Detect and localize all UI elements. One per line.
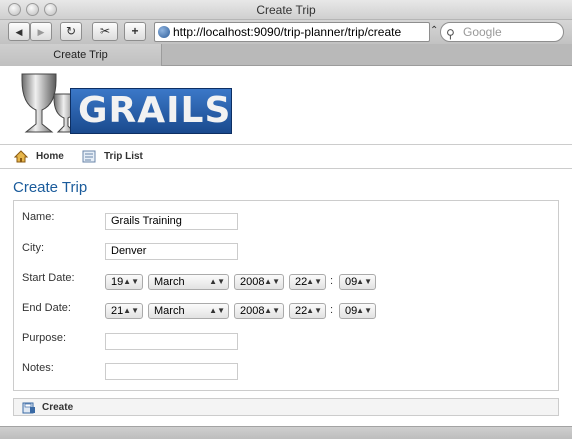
forward-icon: ▶ xyxy=(37,27,45,37)
url-history-icon[interactable]: ⌃ xyxy=(430,25,438,36)
notes-field[interactable] xyxy=(105,363,238,380)
updown-icon: ▲▼ xyxy=(123,306,139,315)
updown-icon: ▲▼ xyxy=(264,306,280,315)
create-button[interactable]: Create xyxy=(22,400,73,416)
create-button-label: Create xyxy=(42,402,74,413)
page-title: Create Trip xyxy=(13,179,88,196)
start-month-select[interactable]: March ▲▼ xyxy=(148,274,229,290)
start-day-value: 19 xyxy=(111,276,124,288)
list-icon xyxy=(82,150,96,163)
end-day-value: 21 xyxy=(111,305,124,317)
end-year-value: 2008 xyxy=(240,305,265,317)
button-bar: Create xyxy=(13,398,559,416)
back-icon: ◀ xyxy=(15,27,23,37)
start-year-select[interactable]: 2008 ▲▼ xyxy=(234,274,284,290)
nav-home-label: Home xyxy=(36,151,64,162)
start-hour-select[interactable]: 22 ▲▼ xyxy=(289,274,326,290)
end-month-value: March xyxy=(154,305,185,317)
tab-bar: Create Trip xyxy=(0,44,572,66)
logo-text: GRAILS xyxy=(78,90,232,131)
create-trip-form: Name: Grails Training City: Denver Start… xyxy=(13,200,559,391)
time-separator: : xyxy=(330,304,334,316)
home-icon xyxy=(14,150,28,163)
reload-button[interactable]: ↻ xyxy=(60,22,82,41)
add-bookmark-button[interactable]: + xyxy=(124,22,146,41)
grails-logo[interactable]: GRAILS xyxy=(16,70,232,140)
start-month-value: March xyxy=(154,276,185,288)
updown-icon: ▲▼ xyxy=(356,306,372,315)
search-placeholder: Google xyxy=(463,25,502,39)
address-bar[interactable]: http://localhost:9090/trip-planner/trip/… xyxy=(154,22,430,42)
end-year-select[interactable]: 2008 ▲▼ xyxy=(234,303,284,319)
url-text: http://localhost:9090/trip-planner/trip/… xyxy=(173,25,402,39)
search-field[interactable]: ⚲ Google xyxy=(440,22,564,42)
name-field[interactable]: Grails Training xyxy=(105,213,238,230)
updown-icon: ▲▼ xyxy=(209,277,225,286)
start-date-label: Start Date: xyxy=(22,272,75,284)
end-minute-select[interactable]: 09 ▲▼ xyxy=(339,303,376,319)
end-month-select[interactable]: March ▲▼ xyxy=(148,303,229,319)
start-minute-select[interactable]: 09 ▲▼ xyxy=(339,274,376,290)
updown-icon: ▲▼ xyxy=(356,277,372,286)
purpose-field[interactable] xyxy=(105,333,238,350)
save-icon xyxy=(22,402,35,414)
end-date-label: End Date: xyxy=(22,302,71,314)
name-label: Name: xyxy=(22,211,55,223)
page-content: GRAILS Home Trip List Create Trip Name: … xyxy=(0,66,572,426)
forward-button[interactable]: ▶ xyxy=(30,22,52,41)
scissors-icon: ✂ xyxy=(99,24,111,38)
end-day-select[interactable]: 21 ▲▼ xyxy=(105,303,143,319)
nav-home[interactable]: Home xyxy=(14,145,64,169)
nav-trip-list-label: Trip List xyxy=(104,151,143,162)
updown-icon: ▲▼ xyxy=(123,277,139,286)
status-bar xyxy=(0,426,572,439)
updown-icon: ▲▼ xyxy=(264,277,280,286)
window-titlebar: Create Trip xyxy=(0,0,572,20)
plus-icon: + xyxy=(131,24,139,38)
notes-label: Notes: xyxy=(22,362,54,374)
city-field[interactable]: Denver xyxy=(105,243,238,260)
back-button[interactable]: ◀ xyxy=(8,22,30,41)
start-year-value: 2008 xyxy=(240,276,265,288)
city-label: City: xyxy=(22,242,44,254)
start-day-select[interactable]: 19 ▲▼ xyxy=(105,274,143,290)
purpose-label: Purpose: xyxy=(22,332,67,344)
updown-icon: ▲▼ xyxy=(306,306,322,315)
globe-icon xyxy=(158,26,170,38)
tab-create-trip[interactable]: Create Trip xyxy=(0,44,162,66)
nav-trip-list[interactable]: Trip List xyxy=(82,145,143,169)
search-icon: ⚲ xyxy=(446,27,455,41)
nav-bar: Home Trip List xyxy=(0,144,572,169)
window-title: Create Trip xyxy=(256,3,316,17)
updown-icon: ▲▼ xyxy=(306,277,322,286)
browser-toolbar: ◀ ▶ ↻ ✂ + http://localhost:9090/trip-pla… xyxy=(0,20,572,44)
snapback-button[interactable]: ✂ xyxy=(92,22,118,41)
time-separator: : xyxy=(330,275,334,287)
updown-icon: ▲▼ xyxy=(209,306,225,315)
end-hour-select[interactable]: 22 ▲▼ xyxy=(289,303,326,319)
reload-icon: ↻ xyxy=(65,24,77,38)
